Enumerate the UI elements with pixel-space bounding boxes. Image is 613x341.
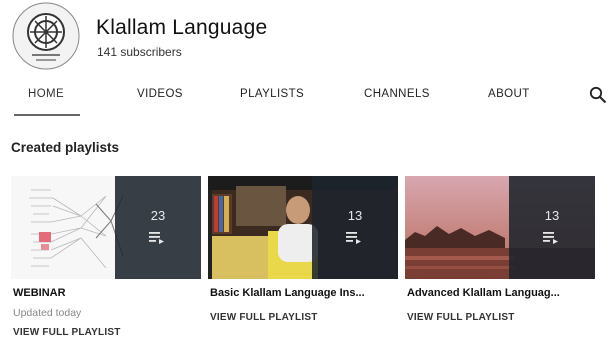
playlist-icon — [543, 232, 558, 244]
subscriber-count: 141 subscribers — [97, 45, 182, 59]
playlist-card: 13 Basic Klallam Language Ins... VIEW FU… — [208, 176, 398, 323]
tab-about[interactable]: ABOUT — [488, 88, 530, 100]
section-title[interactable]: Created playlists — [11, 140, 119, 155]
playlist-count-overlay: 23 — [115, 176, 201, 279]
video-count: 23 — [150, 208, 166, 223]
playlist-icon — [149, 232, 164, 244]
search-icon[interactable] — [589, 86, 607, 104]
playlist-card: 13 Advanced Klallam Languag... VIEW FULL… — [405, 176, 595, 323]
view-full-playlist-link[interactable]: VIEW FULL PLAYLIST — [13, 327, 121, 338]
playlist-title[interactable]: WEBINAR — [13, 287, 201, 299]
playlist-thumbnail[interactable]: 23 — [11, 176, 201, 279]
video-count: 13 — [347, 208, 363, 223]
playlist-card: 23 WEBINAR Updated today VIEW FULL PLAYL… — [11, 176, 201, 338]
playlist-thumbnail[interactable]: 13 — [405, 176, 595, 279]
playlist-title[interactable]: Advanced Klallam Languag... — [407, 287, 595, 299]
view-full-playlist-link[interactable]: VIEW FULL PLAYLIST — [210, 312, 318, 323]
playlist-count-overlay: 13 — [509, 176, 595, 279]
playlist-title[interactable]: Basic Klallam Language Ins... — [210, 287, 398, 299]
channel-avatar[interactable] — [12, 2, 80, 70]
playlist-count-overlay: 13 — [312, 176, 398, 279]
video-count: 13 — [544, 208, 560, 223]
view-full-playlist-link[interactable]: VIEW FULL PLAYLIST — [407, 312, 515, 323]
channel-tabs: HOME VIDEOS PLAYLISTS CHANNELS ABOUT — [0, 78, 613, 118]
tab-playlists[interactable]: PLAYLISTS — [240, 88, 304, 100]
tab-channels[interactable]: CHANNELS — [364, 88, 430, 100]
channel-header: Klallam Language 141 subscribers — [0, 0, 613, 78]
active-tab-indicator — [14, 114, 80, 116]
tab-home[interactable]: HOME — [28, 88, 64, 100]
tab-videos[interactable]: VIDEOS — [137, 88, 183, 100]
channel-name[interactable]: Klallam Language — [96, 16, 267, 40]
playlist-icon — [346, 232, 361, 244]
playlist-thumbnail[interactable]: 13 — [208, 176, 398, 279]
playlist-updated: Updated today — [13, 307, 82, 319]
